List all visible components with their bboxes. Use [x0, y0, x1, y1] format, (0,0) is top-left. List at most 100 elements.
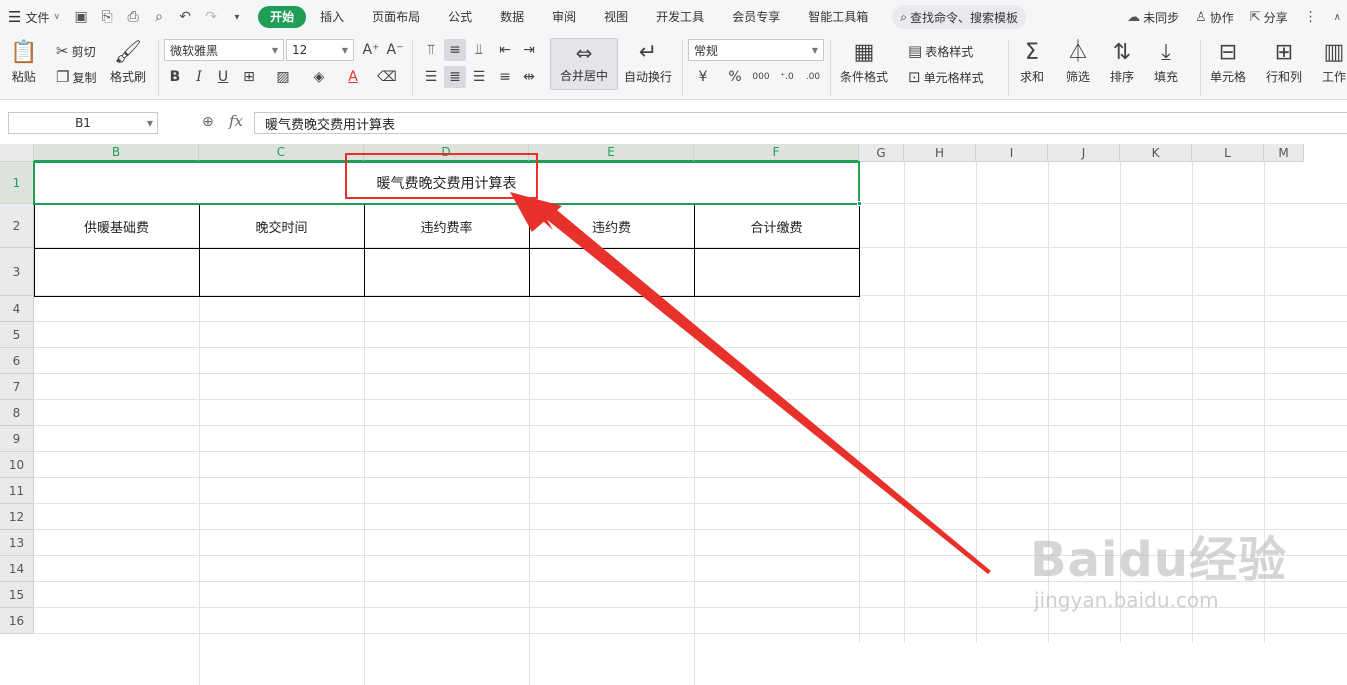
font-name-select[interactable]: 微软雅黑 ▼ — [164, 39, 284, 61]
column-header-j[interactable]: J — [1048, 144, 1120, 162]
column-header-m[interactable]: M — [1264, 144, 1304, 162]
formula-input[interactable]: 暖气费晚交费用计算表 — [254, 112, 1347, 134]
header-cell[interactable]: 违约费 — [529, 204, 694, 248]
font-increase-icon[interactable]: A⁺ — [360, 39, 382, 61]
cell-button[interactable]: ⊟ 单元格 — [1210, 38, 1246, 85]
decrease-indent-icon[interactable]: ⇤ — [494, 39, 516, 61]
row-header-6[interactable]: 6 — [0, 348, 34, 374]
column-header-e[interactable]: E — [529, 144, 694, 162]
sort-button[interactable]: ⇅ 排序 — [1110, 38, 1134, 85]
name-box[interactable]: B1 ▼ — [8, 112, 158, 134]
column-header-k[interactable]: K — [1120, 144, 1192, 162]
data-cell[interactable] — [694, 248, 859, 296]
column-header-b[interactable]: B — [34, 144, 199, 162]
underline-icon[interactable]: U — [212, 66, 234, 88]
tab-insert[interactable]: 插入 — [306, 0, 358, 34]
data-cell[interactable] — [199, 248, 364, 296]
column-header-i[interactable]: I — [976, 144, 1048, 162]
row-header-10[interactable]: 10 — [0, 452, 34, 478]
data-cell[interactable] — [364, 248, 529, 296]
distributed-icon[interactable]: ⇹ — [518, 66, 540, 88]
row-header-9[interactable]: 9 — [0, 426, 34, 452]
decrease-decimal-icon[interactable]: .00 — [802, 66, 824, 88]
save-icon[interactable]: ▣ — [70, 6, 92, 28]
select-all-corner[interactable] — [0, 144, 34, 162]
row-header-3[interactable]: 3 — [0, 248, 34, 296]
cut-button[interactable]: ✂ 剪切 — [56, 42, 96, 60]
justify-icon[interactable]: ≡ — [494, 66, 516, 88]
header-cell[interactable]: 晚交时间 — [199, 204, 364, 248]
data-cell[interactable] — [34, 248, 199, 296]
cell-style-button[interactable]: ⊡ 单元格样式 — [908, 68, 984, 86]
align-center-icon[interactable]: ≣ — [444, 66, 466, 88]
row-header-4[interactable]: 4 — [0, 296, 34, 322]
row-header-5[interactable]: 5 — [0, 322, 34, 348]
row-header-11[interactable]: 11 — [0, 478, 34, 504]
row-header-7[interactable]: 7 — [0, 374, 34, 400]
redo-icon[interactable]: ↷ — [200, 6, 222, 28]
export-icon[interactable]: ⎘ — [96, 6, 118, 28]
increase-indent-icon[interactable]: ⇥ — [518, 39, 540, 61]
wrap-text-button[interactable]: ↵ 自动换行 — [624, 38, 672, 85]
tab-data[interactable]: 数据 — [486, 0, 538, 34]
increase-decimal-icon[interactable]: ⁺.0 — [776, 66, 798, 88]
merge-center-button[interactable]: ⇔ 合并居中 — [550, 38, 618, 90]
sum-button[interactable]: Σ 求和 — [1020, 38, 1044, 85]
tab-developer[interactable]: 开发工具 — [642, 0, 718, 34]
border-icon[interactable]: ⊞ — [238, 66, 260, 88]
table-style-button[interactable]: ▤ 表格样式 — [908, 42, 973, 60]
worksheet-button[interactable]: ▥ 工作 — [1322, 38, 1346, 85]
share-button[interactable]: ⇱ 分享 — [1242, 9, 1296, 26]
more-button[interactable]: ⋮ — [1296, 9, 1326, 25]
collab-button[interactable]: ♙ 协作 — [1187, 9, 1242, 26]
row-header-12[interactable]: 12 — [0, 504, 34, 530]
header-cell[interactable]: 违约费率 — [364, 204, 529, 248]
quick-access-more-icon[interactable]: ▾ — [226, 6, 248, 28]
header-cell[interactable]: 供暖基础费 — [34, 204, 199, 248]
tab-review[interactable]: 审阅 — [538, 0, 590, 34]
data-cell[interactable] — [529, 248, 694, 296]
fill-color-icon[interactable]: ◈ — [308, 66, 330, 88]
row-header-8[interactable]: 8 — [0, 400, 34, 426]
tab-home[interactable]: 开始 — [258, 6, 307, 28]
fill-handle[interactable] — [857, 201, 862, 206]
italic-icon[interactable]: I — [188, 66, 210, 88]
row-header-13[interactable]: 13 — [0, 530, 34, 556]
eraser-icon[interactable]: ⌫ — [376, 66, 398, 88]
column-header-g[interactable]: G — [859, 144, 904, 162]
sync-button[interactable]: ☁ 未同步 — [1119, 9, 1187, 26]
row-col-button[interactable]: ⊞ 行和列 — [1266, 38, 1302, 85]
header-cell[interactable]: 合计缴费 — [694, 204, 859, 248]
undo-icon[interactable]: ↶ — [174, 6, 196, 28]
conditional-format-button[interactable]: ▦ 条件格式 — [840, 38, 888, 85]
row-header-2[interactable]: 2 — [0, 204, 34, 248]
row-header-1[interactable]: 1 — [0, 162, 34, 204]
zoom-icon[interactable]: ⊕ — [202, 114, 214, 130]
fx-icon[interactable]: fx — [229, 112, 243, 130]
tab-member[interactable]: 会员专享 — [718, 0, 794, 34]
thousands-icon[interactable]: 000 — [750, 66, 772, 88]
fill-pattern-icon[interactable]: ▨ — [272, 66, 294, 88]
number-format-select[interactable]: 常规 ▼ — [688, 39, 824, 61]
tab-view[interactable]: 视图 — [590, 0, 642, 34]
collapse-ribbon-button[interactable]: ∧ — [1326, 12, 1347, 23]
align-top-icon[interactable]: ⫪ — [420, 39, 442, 61]
align-bottom-icon[interactable]: ⫫ — [468, 39, 490, 61]
font-decrease-icon[interactable]: A⁻ — [384, 39, 406, 61]
print-icon[interactable]: ⎙ — [122, 6, 144, 28]
tab-formulas[interactable]: 公式 — [434, 0, 486, 34]
print-preview-icon[interactable]: ⌕ — [148, 6, 170, 28]
column-header-l[interactable]: L — [1192, 144, 1264, 162]
row-header-14[interactable]: 14 — [0, 556, 34, 582]
command-search[interactable]: ⌕ 查找命令、搜索模板 — [892, 5, 1026, 29]
fill-button[interactable]: ⤓ 填充 — [1154, 38, 1178, 85]
font-color-icon[interactable]: A — [342, 66, 364, 88]
filter-button[interactable]: ⏃ 筛选 — [1066, 38, 1090, 85]
tab-page-layout[interactable]: 页面布局 — [358, 0, 434, 34]
align-middle-icon[interactable]: ≡ — [444, 39, 466, 61]
format-painter-button[interactable]: 🖌 格式刷 — [110, 38, 146, 85]
align-right-icon[interactable]: ☰ — [468, 66, 490, 88]
align-left-icon[interactable]: ☰ — [420, 66, 442, 88]
row-header-15[interactable]: 15 — [0, 582, 34, 608]
tab-smart-tools[interactable]: 智能工具箱 — [794, 0, 882, 34]
